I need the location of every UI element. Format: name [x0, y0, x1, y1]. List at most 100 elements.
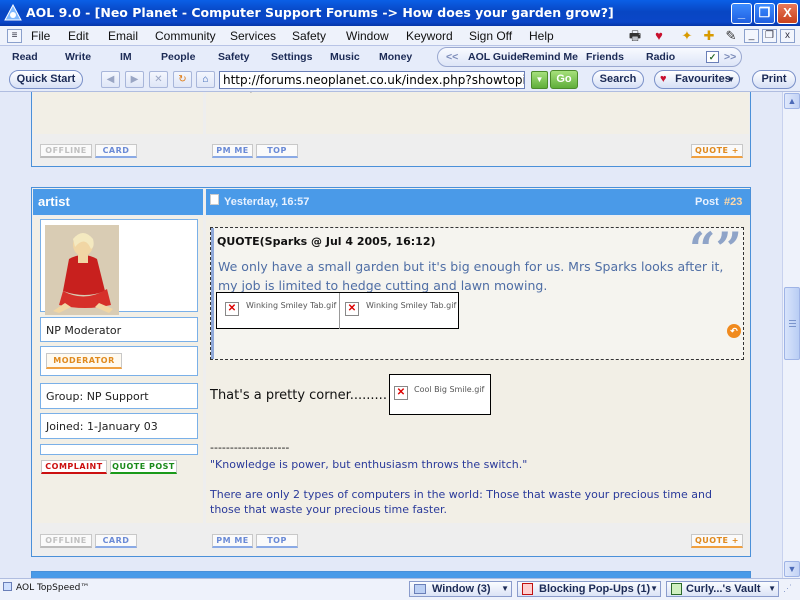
- arrow-back-icon[interactable]: ◀: [101, 71, 120, 88]
- post-header: Yesterday, 16:57 Post #23: [206, 189, 750, 215]
- document-icon[interactable]: ≡: [7, 29, 22, 43]
- print-button[interactable]: Print: [752, 70, 796, 89]
- pill-radio[interactable]: Radio: [646, 51, 675, 63]
- vertical-scrollbar[interactable]: ▲ ▼: [782, 92, 800, 578]
- address-dropdown-icon[interactable]: ▼: [531, 71, 548, 89]
- aol-triangle-icon: [4, 4, 22, 21]
- vault-dropdown[interactable]: Curly...'s Vault ▼: [666, 581, 779, 597]
- quote-image-divider: [339, 293, 340, 329]
- arrow-forward-icon[interactable]: ▶: [125, 71, 144, 88]
- top-button[interactable]: TOP: [256, 534, 298, 548]
- mdi-close-button[interactable]: x: [780, 29, 795, 43]
- minimize-button[interactable]: _: [731, 3, 752, 24]
- reply-image-frame: ✕ Cool Big Smile.gif: [389, 374, 491, 415]
- stop-icon[interactable]: ✕: [149, 71, 168, 88]
- signature-rule: --------------------: [210, 441, 290, 454]
- pill-remind-me[interactable]: Remind Me: [522, 51, 578, 63]
- menu-file[interactable]: File: [31, 29, 50, 43]
- member-role: NP Moderator: [46, 324, 122, 337]
- maximize-button[interactable]: ❐: [754, 3, 775, 24]
- toolbar-im[interactable]: IM: [120, 51, 132, 63]
- role-box: NP Moderator: [40, 317, 198, 342]
- chevron-down-icon: ▼: [650, 584, 658, 593]
- avatar: [45, 225, 119, 315]
- toolbar-settings[interactable]: Settings: [271, 51, 312, 63]
- heart-icon: ♥: [660, 73, 667, 85]
- signature-quote: "Knowledge is power, but enthusiasm thro…: [210, 458, 528, 471]
- broken-image-icon: ✕: [345, 302, 359, 316]
- complaint-button[interactable]: COMPLAINT: [41, 460, 107, 474]
- quote-post-button[interactable]: QUOTE POST: [110, 460, 177, 474]
- toolbar-write[interactable]: Write: [65, 51, 91, 63]
- pill-scroll-right[interactable]: >>: [724, 51, 736, 63]
- sparkle-icon[interactable]: ✦: [678, 28, 696, 44]
- menu-help[interactable]: Help: [529, 29, 554, 43]
- top-button[interactable]: TOP: [256, 144, 298, 158]
- previous-post: ( OFFLINE CARD PM ME TOP QUOTE +: [31, 92, 751, 167]
- vault-icon: [671, 583, 682, 595]
- window-count: Window (3): [432, 583, 491, 595]
- web-content: ( OFFLINE CARD PM ME TOP QUOTE + artist …: [0, 92, 782, 578]
- menu-sign-off[interactable]: Sign Off: [469, 29, 512, 43]
- toolbar-safety[interactable]: Safety: [218, 51, 250, 63]
- favourites-button[interactable]: ♥ Favourites ▼: [654, 70, 740, 89]
- menu-edit[interactable]: Edit: [68, 29, 89, 43]
- signature-line-1: There are only 2 types of computers in t…: [210, 488, 712, 501]
- close-button[interactable]: X: [777, 3, 798, 24]
- prev-left-cell: [33, 92, 203, 134]
- scroll-down-icon[interactable]: ▼: [784, 561, 800, 577]
- toolbar-pill: << AOL Guide Remind Me Friends Radio ✓ >…: [437, 47, 742, 67]
- window-icon: [414, 584, 426, 594]
- checkmark-icon[interactable]: ✓: [706, 51, 719, 63]
- toolbar-money[interactable]: Money: [379, 51, 412, 63]
- quote-body-line-2: my job is limited to hedge cutting and l…: [218, 278, 548, 293]
- menu-bar: ≡ File Edit Email Community Services Saf…: [0, 26, 800, 46]
- pm-me-button[interactable]: PM ME: [212, 534, 253, 548]
- badge-box: MODERATOR: [40, 346, 198, 376]
- status-text: AOL TopSpeed™: [16, 583, 90, 593]
- quote-plus-button[interactable]: QUOTE +: [691, 534, 743, 548]
- toolbar-people[interactable]: People: [161, 51, 195, 63]
- toolbar-read[interactable]: Read: [12, 51, 38, 63]
- scroll-thumb[interactable]: [784, 287, 800, 360]
- menu-services[interactable]: Services: [230, 29, 276, 43]
- pill-aol-guide[interactable]: AOL Guide: [468, 51, 523, 63]
- post-date: Yesterday, 16:57: [224, 196, 310, 208]
- card-button[interactable]: CARD: [95, 144, 137, 158]
- next-post-header: [31, 571, 751, 578]
- quote-plus-button[interactable]: QUOTE +: [691, 144, 743, 158]
- address-input[interactable]: http://forums.neoplanet.co.uk/index.php?…: [219, 71, 525, 89]
- popup-blocker-dropdown[interactable]: Blocking Pop-Ups (1) ▼: [517, 581, 661, 597]
- pill-scroll-left[interactable]: <<: [446, 51, 458, 63]
- post-number-link[interactable]: #23: [724, 196, 742, 208]
- menu-window[interactable]: Window: [346, 29, 389, 43]
- menu-email[interactable]: Email: [108, 29, 138, 43]
- search-button[interactable]: Search: [592, 70, 644, 89]
- plus-sparkle-icon[interactable]: ✚: [700, 28, 718, 44]
- menu-keyword[interactable]: Keyword: [406, 29, 453, 43]
- printer-icon[interactable]: 🖶: [626, 28, 644, 44]
- back-to-quote-icon[interactable]: ↶: [727, 324, 741, 338]
- reply-text: That's a pretty corner.........: [210, 388, 387, 403]
- refresh-icon[interactable]: ↻: [173, 71, 192, 88]
- menu-community[interactable]: Community: [155, 29, 216, 43]
- go-button[interactable]: Go: [550, 70, 578, 89]
- pill-friends[interactable]: Friends: [586, 51, 624, 63]
- window-dropdown[interactable]: Window (3) ▼: [409, 581, 512, 597]
- quote-image-1-alt: Winking Smiley Tab.gif: [246, 301, 337, 310]
- paperclip-icon[interactable]: ✎: [722, 28, 740, 44]
- home-icon[interactable]: ⌂: [196, 71, 215, 88]
- scroll-up-icon[interactable]: ▲: [784, 93, 800, 109]
- post-label: Post: [695, 196, 719, 208]
- pm-me-button[interactable]: PM ME: [212, 144, 253, 158]
- toolbar-music[interactable]: Music: [330, 51, 360, 63]
- title-bar: AOL 9.0 - [Neo Planet - Computer Support…: [0, 0, 800, 26]
- mdi-minimize-button[interactable]: _: [744, 29, 759, 43]
- mdi-restore-button[interactable]: ❐: [762, 29, 777, 43]
- card-button[interactable]: CARD: [95, 534, 137, 548]
- quick-start-button[interactable]: Quick Start: [9, 70, 83, 89]
- heart-icon[interactable]: ♥: [650, 28, 668, 44]
- author-name[interactable]: artist: [38, 194, 70, 209]
- resize-grip-icon[interactable]: ⋰: [783, 583, 792, 594]
- menu-safety[interactable]: Safety: [292, 29, 326, 43]
